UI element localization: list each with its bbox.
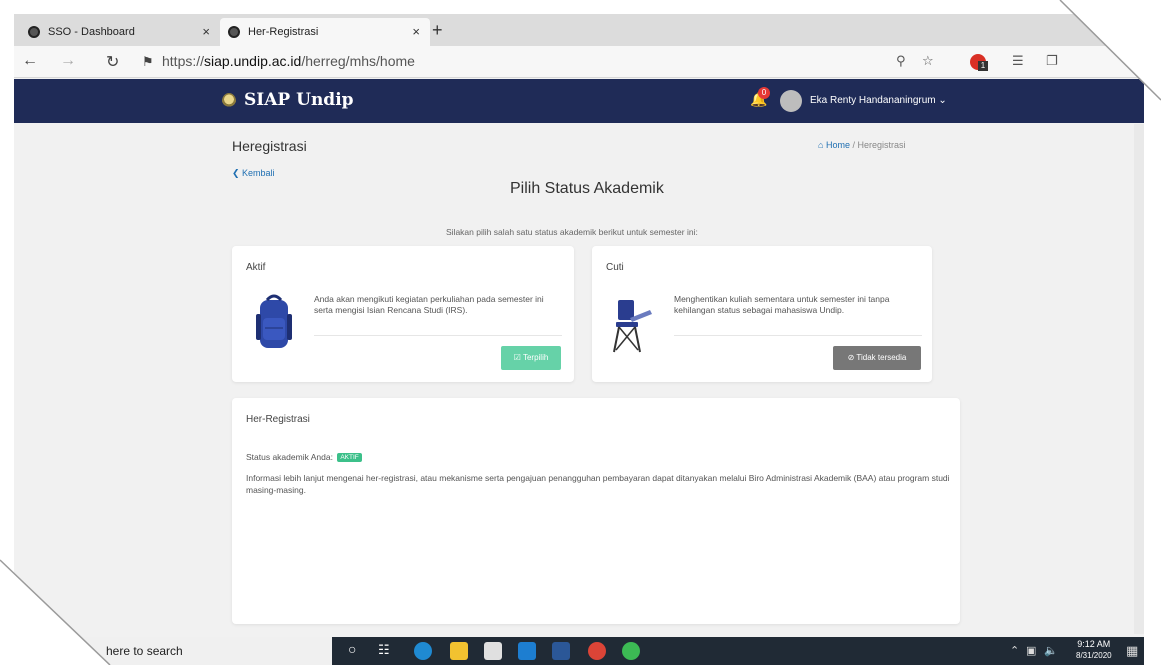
instruction-text: Silakan pilih salah satu status akademik…: [446, 227, 698, 237]
whatsapp-icon[interactable]: [622, 642, 640, 660]
chevron-up-icon[interactable]: ⌃: [1010, 644, 1019, 657]
back-arrow-icon[interactable]: ←: [22, 52, 38, 70]
favorite-star-icon[interactable]: ☆: [922, 53, 934, 69]
breadcrumb: ⌂ Home / Heregistrasi: [818, 140, 906, 150]
edge-icon[interactable]: [414, 642, 432, 660]
status-badge: AKTIF: [337, 453, 362, 462]
card-title: Her-Registrasi: [246, 414, 310, 425]
site-icon: [228, 26, 240, 38]
terpilih-button[interactable]: ☑ Terpilih: [501, 346, 561, 370]
search-placeholder: here to search: [106, 644, 183, 658]
chrome-icon[interactable]: [588, 642, 606, 660]
close-icon[interactable]: ×: [202, 24, 210, 39]
photo-frame: SSO - Dashboard × Her-Registrasi × + ← →…: [0, 0, 1161, 665]
url-field[interactable]: https://siap.undip.ac.id/herreg/mhs/home: [162, 53, 415, 69]
home-icon: ⌂: [818, 140, 824, 150]
avatar[interactable]: [780, 90, 802, 112]
status-line: Status akademik Anda: AKTIF: [246, 452, 362, 462]
clock[interactable]: 9:12 AM 8/31/2020: [1076, 639, 1112, 661]
zoom-icon[interactable]: ⚲: [896, 53, 906, 69]
status-card-aktif: Aktif Anda akan mengikuti kegiatan perku…: [232, 246, 574, 382]
browser-window: SSO - Dashboard × Her-Registrasi × + ← →…: [14, 14, 1144, 665]
close-icon[interactable]: ×: [412, 24, 420, 39]
card-description: Anda akan mengikuti kegiatan perkuliahan…: [314, 294, 544, 315]
tidak-tersedia-button[interactable]: ⊘ Tidak tersedia: [833, 346, 921, 370]
store-icon[interactable]: [484, 642, 502, 660]
task-view-icon[interactable]: ☷: [378, 642, 396, 660]
page-title: Heregistrasi: [232, 138, 307, 154]
brand-name[interactable]: SIAP Undip: [244, 90, 354, 110]
status-label: Status akademik Anda:: [246, 452, 333, 462]
url-scheme: https://: [162, 53, 205, 69]
word-icon[interactable]: [552, 642, 570, 660]
volume-icon[interactable]: 🔈: [1044, 644, 1058, 657]
breadcrumb-home[interactable]: ⌂ Home: [818, 140, 850, 150]
file-explorer-icon[interactable]: [450, 642, 468, 660]
network-icon[interactable]: ▣: [1026, 644, 1036, 657]
backpack-icon: [256, 294, 292, 348]
user-menu[interactable]: Eka Renty Handananingrum ⌄: [810, 95, 947, 106]
taskbar: here to search ○ ☷ ⌃ ▣ 🔈 9:12 AM 8/31/20…: [14, 637, 1144, 665]
notifications-icon[interactable]: ▦: [1126, 643, 1138, 659]
divider: [314, 335, 562, 336]
extension-badge: 1: [978, 61, 988, 71]
address-bar: ← → ↻ ⚑ https://siap.undip.ac.id/herreg/…: [14, 46, 1144, 78]
site-icon: [28, 26, 40, 38]
tab-her-registrasi[interactable]: Her-Registrasi ×: [220, 18, 430, 46]
tab-sso-dashboard[interactable]: SSO - Dashboard ×: [20, 18, 220, 46]
taskbar-search-box[interactable]: here to search: [14, 637, 332, 665]
back-link[interactable]: ❮ Kembali: [232, 168, 275, 179]
info-text: Informasi lebih lanjut mengenai her-regi…: [246, 473, 950, 495]
notification-badge: 0: [758, 87, 770, 99]
new-tab-button[interactable]: +: [432, 20, 443, 41]
forward-arrow-icon[interactable]: →: [60, 52, 76, 70]
card-title: Aktif: [246, 262, 266, 273]
divider: [674, 335, 922, 336]
card-description: Menghentikan kuliah sementara untuk seme…: [674, 294, 890, 315]
undip-logo-icon: [222, 93, 236, 109]
breadcrumb-home-label: Home: [825, 140, 850, 150]
tab-strip: SSO - Dashboard × Her-Registrasi × +: [14, 14, 1144, 46]
cortana-icon[interactable]: ○: [348, 641, 366, 659]
card-title: Cuti: [606, 262, 624, 273]
lock-icon: ⚑: [142, 54, 154, 69]
tab-title: Her-Registrasi: [248, 26, 319, 38]
her-registrasi-card: Her-Registrasi Status akademik Anda: AKT…: [232, 398, 960, 624]
student-chair-icon: [613, 300, 652, 353]
main-heading: Pilih Status Akademik: [510, 180, 664, 197]
collections-icon[interactable]: ❐: [1046, 53, 1058, 69]
url-host: siap.undip.ac.id: [204, 53, 302, 69]
mail-icon[interactable]: [518, 642, 536, 660]
refresh-icon[interactable]: ↻: [106, 52, 119, 72]
url-path: /herreg/mhs/home: [301, 53, 415, 69]
tab-title: SSO - Dashboard: [48, 26, 135, 38]
scrollbar[interactable]: [1134, 124, 1144, 634]
clock-date: 8/31/2020: [1076, 651, 1112, 660]
clock-time: 9:12 AM: [1077, 639, 1111, 649]
site-header: SIAP Undip 🔔 0 Eka Renty Handananingrum …: [14, 79, 1144, 123]
status-card-cuti: Cuti Menghentikan kuliah sementara untuk…: [592, 246, 932, 382]
favorites-list-icon[interactable]: ☰: [1012, 53, 1024, 69]
breadcrumb-current: Heregistrasi: [857, 140, 906, 150]
